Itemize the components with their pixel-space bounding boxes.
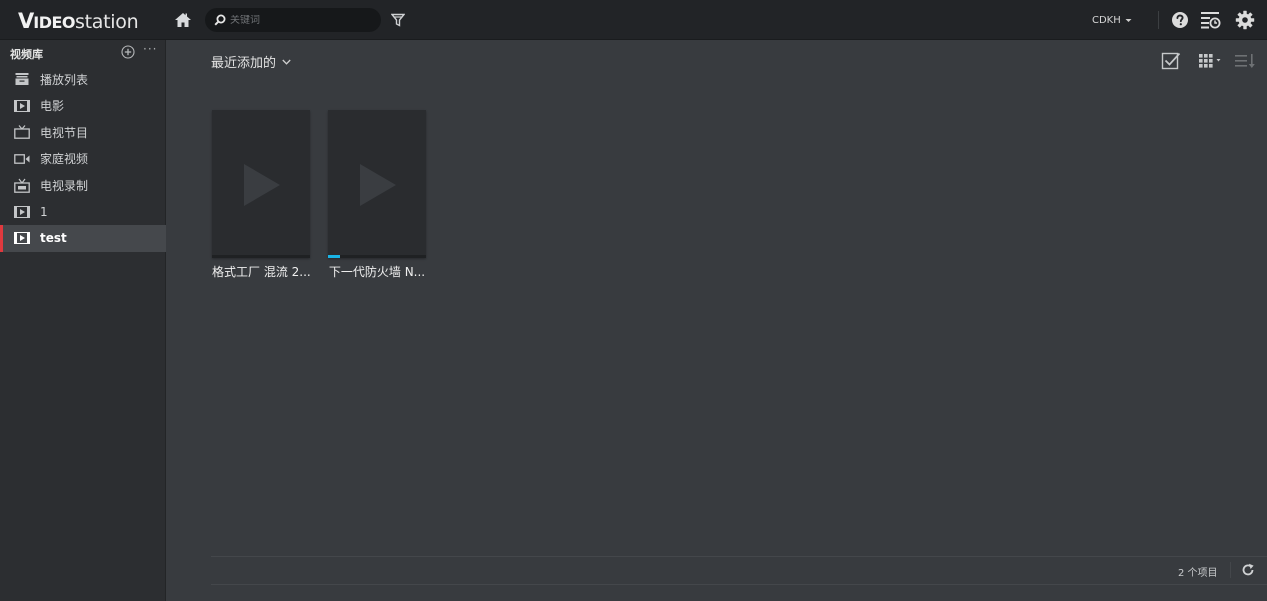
help-button[interactable] — [1169, 9, 1191, 31]
video-title[interactable]: 格式工厂 混流 2... — [212, 263, 310, 280]
video-poster[interactable] — [328, 110, 426, 258]
video-card[interactable]: 格式工厂 混流 2... — [212, 110, 310, 280]
filter-icon — [391, 13, 405, 27]
sidebar-item-playlist[interactable]: 播放列表 — [0, 66, 166, 93]
library-list: 播放列表 电影 电视节目 家庭视频 电视录制 1 test — [0, 66, 166, 252]
filter-button[interactable] — [388, 10, 408, 30]
video-title[interactable]: 下一代防火墙 N... — [328, 263, 426, 280]
app-logo: VIDEOstation — [18, 9, 139, 33]
refresh-icon — [1242, 563, 1254, 576]
gear-icon — [1235, 10, 1255, 30]
play-icon — [244, 164, 280, 206]
sidebar-item-tv-recordings[interactable]: 电视录制 — [0, 172, 166, 199]
video-poster[interactable] — [212, 110, 310, 258]
sidebar-item-label: 电视录制 — [40, 178, 89, 193]
item-count: 2 个项目 — [1178, 568, 1218, 579]
home-button[interactable] — [172, 9, 194, 31]
top-bar: VIDEOstation CDKH — [0, 0, 1267, 40]
sidebar-item-test[interactable]: test — [0, 225, 166, 252]
sort-dropdown[interactable]: 最近添加的 — [211, 52, 291, 71]
task-queue-button[interactable] — [1200, 9, 1222, 31]
logo-ideo: IDEO — [33, 13, 76, 32]
sidebar-item-label: 电影 — [40, 99, 65, 114]
playlist-icon — [13, 72, 31, 86]
sidebar-header: 视频库 ··· — [0, 40, 166, 66]
grid-view-icon — [1199, 54, 1221, 68]
sidebar-item-label: 电视节目 — [40, 125, 89, 140]
tv-recording-icon — [13, 178, 31, 193]
home-video-icon — [13, 152, 31, 166]
user-name: CDKH — [1092, 14, 1121, 26]
logo-v: V — [18, 9, 34, 33]
tv-show-icon — [13, 125, 31, 140]
divider — [1158, 11, 1159, 29]
view-mode-button[interactable] — [1197, 50, 1225, 72]
user-menu[interactable]: CDKH — [1092, 12, 1132, 28]
sidebar-item-label: test — [40, 231, 67, 246]
sort-label: 最近添加的 — [211, 56, 277, 71]
play-icon — [360, 164, 396, 206]
home-icon — [175, 13, 191, 27]
sort-list-icon — [1235, 54, 1255, 68]
watch-progress-bar — [212, 255, 310, 258]
sidebar-item-label: 播放列表 — [40, 72, 89, 87]
video-card[interactable]: 下一代防火墙 N... — [328, 110, 426, 280]
sidebar: 视频库 ··· 播放列表 电影 电视节目 家庭视频 电视录制 1 test — [0, 40, 166, 601]
film-icon — [13, 231, 31, 245]
select-mode-button[interactable] — [1160, 50, 1182, 72]
sidebar-item-tv-shows[interactable]: 电视节目 — [0, 119, 166, 146]
search-icon — [214, 14, 226, 26]
refresh-button[interactable] — [1239, 561, 1257, 579]
footer-divider — [211, 584, 1267, 585]
help-icon — [1172, 12, 1188, 28]
sidebar-item-movies[interactable]: 电影 — [0, 93, 166, 120]
settings-button[interactable] — [1234, 9, 1256, 31]
sidebar-item-library-1[interactable]: 1 — [0, 199, 166, 226]
sidebar-item-label: 家庭视频 — [40, 152, 89, 167]
search-input[interactable] — [230, 14, 370, 26]
film-icon — [13, 205, 31, 219]
sidebar-item-label: 1 — [40, 204, 48, 219]
logo-station: station — [75, 11, 139, 33]
main-content: 最近添加的 格式工厂 混流 2... 下一代防火墙 N... 2 个项目 — [167, 40, 1267, 601]
sidebar-item-home-videos[interactable]: 家庭视频 — [0, 146, 166, 173]
search-box[interactable] — [205, 8, 381, 32]
caret-down-icon — [1125, 18, 1132, 22]
more-options-button[interactable]: ··· — [143, 42, 157, 56]
divider — [1230, 562, 1231, 578]
task-list-icon — [1201, 12, 1221, 29]
checkbox-icon — [1161, 52, 1181, 70]
chevron-down-icon — [282, 59, 291, 65]
add-library-icon[interactable] — [121, 45, 135, 59]
movie-icon — [13, 99, 31, 113]
sidebar-title: 视频库 — [10, 48, 43, 61]
footer-divider — [211, 556, 1267, 557]
sort-order-button[interactable] — [1233, 50, 1257, 72]
progress-fill — [328, 255, 340, 258]
watch-progress-bar — [328, 255, 426, 258]
